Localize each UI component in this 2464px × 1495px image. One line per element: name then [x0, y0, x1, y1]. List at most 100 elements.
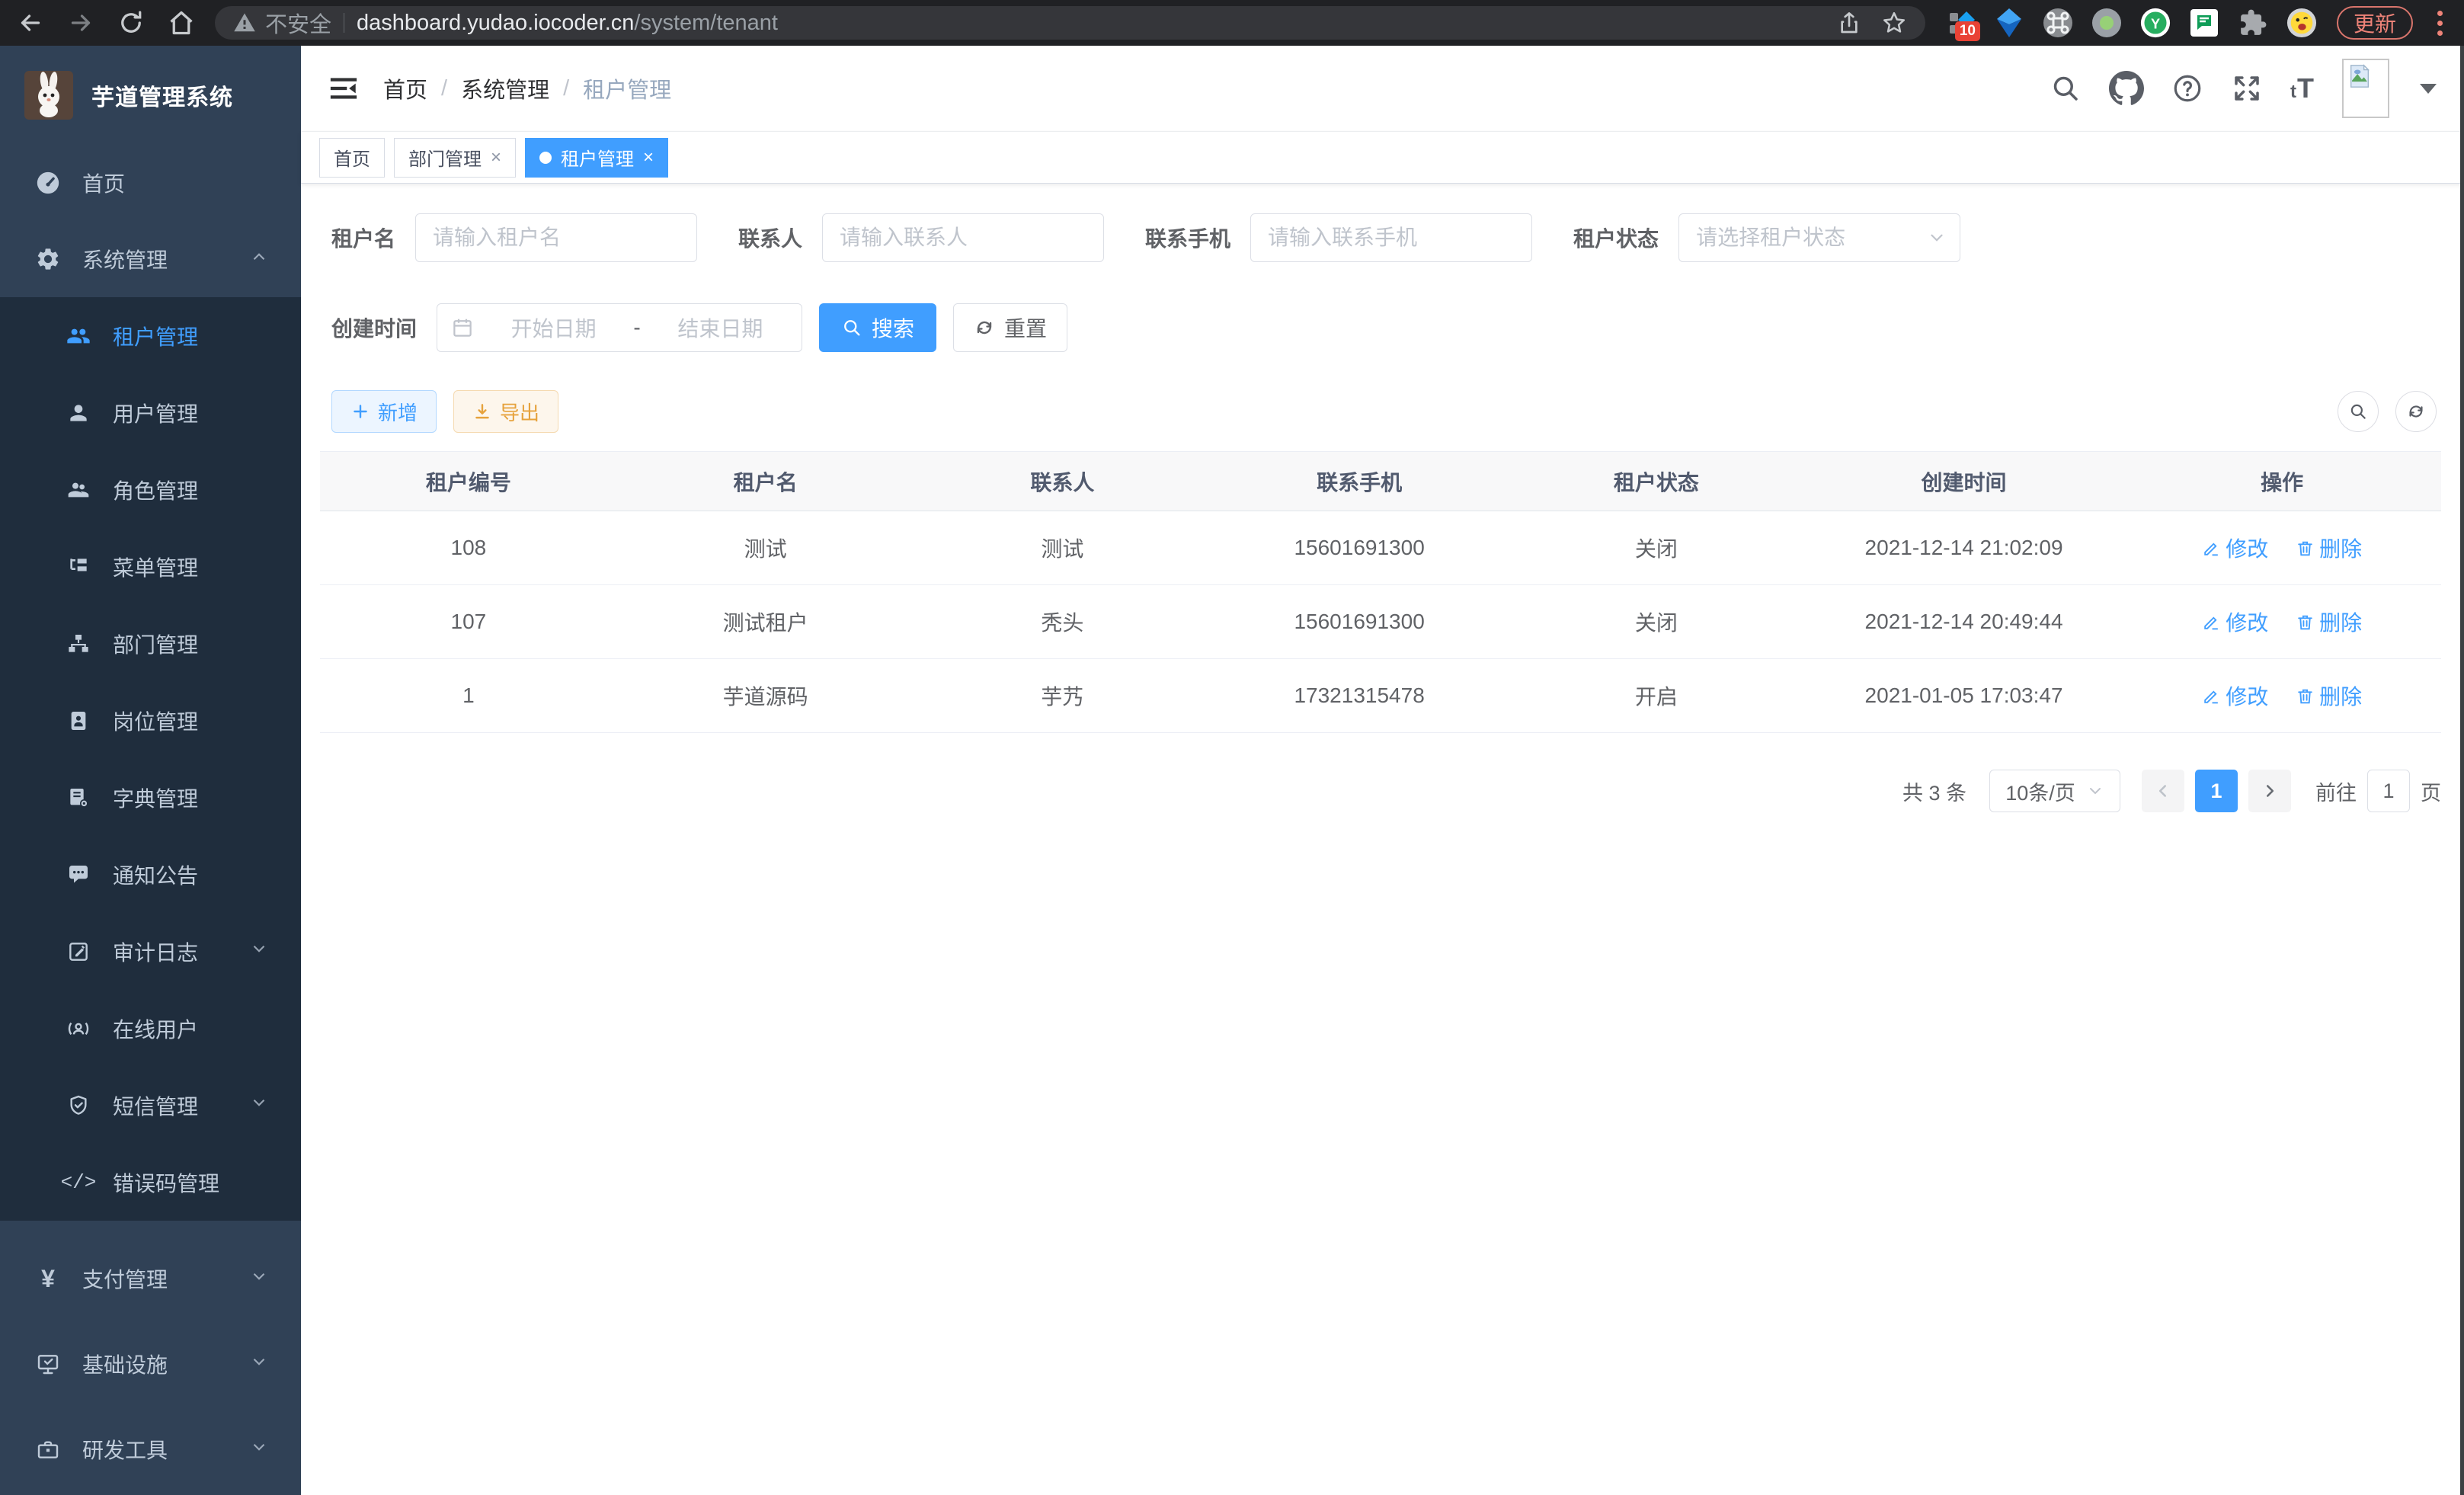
- tab-home[interactable]: 首页: [319, 138, 385, 178]
- delete-button[interactable]: 删除: [2296, 607, 2362, 637]
- badge-icon: [64, 709, 93, 733]
- trash-icon: [2296, 687, 2315, 706]
- contact-input[interactable]: [822, 213, 1104, 262]
- insecure-warning-icon[interactable]: [233, 11, 256, 34]
- next-page-button[interactable]: [2248, 770, 2291, 812]
- sidebar-item-error-codes[interactable]: </> 错误码管理: [0, 1144, 301, 1221]
- reset-button[interactable]: 重置: [953, 303, 1067, 352]
- toggle-search-button[interactable]: [2338, 391, 2379, 432]
- page-size-value: 10条/页: [2005, 776, 2075, 806]
- prev-page-button[interactable]: [2142, 770, 2184, 812]
- page-size-select[interactable]: 10条/页: [1989, 770, 2120, 812]
- sidebar-item-audit-log[interactable]: 审计日志: [0, 913, 301, 990]
- sidebar-item-dev-tools[interactable]: 研发工具: [0, 1407, 301, 1492]
- extension-chat-icon[interactable]: [2189, 8, 2219, 38]
- tab-label: 租户管理: [561, 144, 634, 171]
- status-select[interactable]: [1678, 213, 1960, 262]
- refresh-table-button[interactable]: [2395, 391, 2437, 432]
- tab-tenant[interactable]: 租户管理 ×: [525, 138, 668, 178]
- extension-kite-icon[interactable]: [1994, 8, 2024, 38]
- date-separator: -: [633, 315, 640, 340]
- edit-button[interactable]: 修改: [2202, 680, 2268, 711]
- reload-icon[interactable]: [117, 9, 145, 37]
- github-icon[interactable]: [2109, 71, 2144, 106]
- cell-id: 107: [320, 585, 617, 659]
- mobile-input[interactable]: [1250, 213, 1532, 262]
- forward-icon[interactable]: [67, 9, 94, 37]
- delete-button[interactable]: 删除: [2296, 533, 2362, 563]
- sidebar-collapse-icon[interactable]: [328, 73, 359, 104]
- back-icon[interactable]: [17, 9, 44, 37]
- edit-button[interactable]: 修改: [2202, 533, 2268, 563]
- export-button[interactable]: 导出: [453, 390, 558, 433]
- app-logo-row[interactable]: 芋道管理系统: [0, 46, 301, 145]
- sidebar-item-online-users[interactable]: 在线用户: [0, 990, 301, 1067]
- sidebar-item-system[interactable]: 系统管理: [0, 221, 301, 297]
- extension-grid-icon[interactable]: 10: [1945, 8, 1976, 38]
- extension-emoji-icon[interactable]: [2286, 8, 2317, 38]
- share-icon[interactable]: [1837, 11, 1861, 35]
- sidebar: 芋道管理系统 首页 系统管理 租户管理 用户管理: [0, 46, 301, 1495]
- search-button[interactable]: 搜索: [819, 303, 936, 352]
- url-host[interactable]: dashboard.yudao.iocoder.cn: [357, 11, 634, 36]
- sidebar-item-dict[interactable]: 字典管理: [0, 759, 301, 836]
- sidebar-item-departments[interactable]: 部门管理: [0, 605, 301, 682]
- system-submenu: 租户管理 用户管理 角色管理 菜单管理 部门管理 岗位管理: [0, 297, 301, 1221]
- breadcrumb-home[interactable]: 首页: [383, 72, 427, 104]
- extension-y-icon[interactable]: Y: [2140, 8, 2171, 38]
- sidebar-item-users[interactable]: 用户管理: [0, 374, 301, 451]
- cell-id: 1: [320, 659, 617, 733]
- delete-button[interactable]: 删除: [2296, 680, 2362, 711]
- top-navbar: 首页 / 系统管理 / 租户管理 tT: [301, 46, 2464, 132]
- cell-name: 芋道源码: [617, 659, 914, 733]
- security-label[interactable]: 不安全: [265, 7, 331, 39]
- tab-departments[interactable]: 部门管理 ×: [394, 138, 516, 178]
- table-row: 1 芋道源码 芋艿 17321315478 开启 2021-01-05 17:0…: [320, 659, 2441, 733]
- chevron-down-icon: [249, 1266, 269, 1292]
- avatar-dropdown-icon[interactable]: [2420, 84, 2437, 94]
- close-icon[interactable]: ×: [491, 147, 501, 168]
- fullscreen-icon[interactable]: [2231, 72, 2263, 104]
- trash-icon: [2296, 613, 2315, 632]
- sidebar-item-roles[interactable]: 角色管理: [0, 451, 301, 528]
- goto-page-input[interactable]: [2367, 770, 2410, 812]
- date-range-picker[interactable]: 开始日期 - 结束日期: [437, 303, 802, 352]
- extension-puzzle-icon[interactable]: [2238, 8, 2268, 38]
- url-path[interactable]: /system/tenant: [634, 11, 778, 36]
- sidebar-item-tenant[interactable]: 租户管理: [0, 297, 301, 374]
- add-button[interactable]: 新增: [331, 390, 437, 433]
- browser-menu-icon[interactable]: [2433, 11, 2447, 36]
- sidebar-item-payment[interactable]: ¥ 支付管理: [0, 1236, 301, 1321]
- address-bar[interactable]: 不安全 dashboard.yudao.iocoder.cn/system/te…: [215, 6, 1925, 40]
- search-icon[interactable]: [2050, 72, 2082, 104]
- sidebar-item-posts[interactable]: 岗位管理: [0, 682, 301, 759]
- filter-row-1: 租户名 联系人 联系手机 租户状态: [331, 213, 2441, 262]
- col-created: 创建时间: [1805, 452, 2123, 511]
- avatar[interactable]: [2342, 59, 2389, 118]
- pagination: 共 3 条 10条/页 1 前往 页: [320, 770, 2441, 812]
- browser-update-button[interactable]: 更新: [2337, 6, 2413, 40]
- sidebar-item-home[interactable]: 首页: [0, 145, 301, 221]
- font-size-icon[interactable]: tT: [2290, 72, 2315, 104]
- breadcrumb-system[interactable]: 系统管理: [461, 72, 549, 104]
- extensions-row: 10 Y: [1945, 8, 2317, 38]
- home-icon[interactable]: [168, 9, 195, 37]
- sidebar-item-label: 字典管理: [113, 783, 198, 813]
- sidebar-item-notice[interactable]: 通知公告: [0, 836, 301, 913]
- sidebar-item-menus[interactable]: 菜单管理: [0, 528, 301, 605]
- extension-command-icon[interactable]: [2043, 8, 2073, 38]
- cell-contact: 秃头: [914, 585, 1211, 659]
- close-icon[interactable]: ×: [643, 147, 654, 168]
- calendar-icon: [451, 316, 474, 339]
- cell-mobile: 17321315478: [1211, 659, 1508, 733]
- page-number-1[interactable]: 1: [2195, 770, 2238, 812]
- help-icon[interactable]: [2171, 72, 2203, 104]
- edit-button[interactable]: 修改: [2202, 607, 2268, 637]
- sidebar-item-sms[interactable]: 短信管理: [0, 1067, 301, 1144]
- breadcrumb-current: 租户管理: [583, 72, 671, 104]
- bookmark-star-icon[interactable]: [1881, 10, 1907, 36]
- extension-green-dot-icon[interactable]: [2091, 8, 2122, 38]
- sidebar-item-infrastructure[interactable]: 基础设施: [0, 1321, 301, 1407]
- update-label: 更新: [2354, 8, 2396, 38]
- tenant-name-input[interactable]: [415, 213, 697, 262]
